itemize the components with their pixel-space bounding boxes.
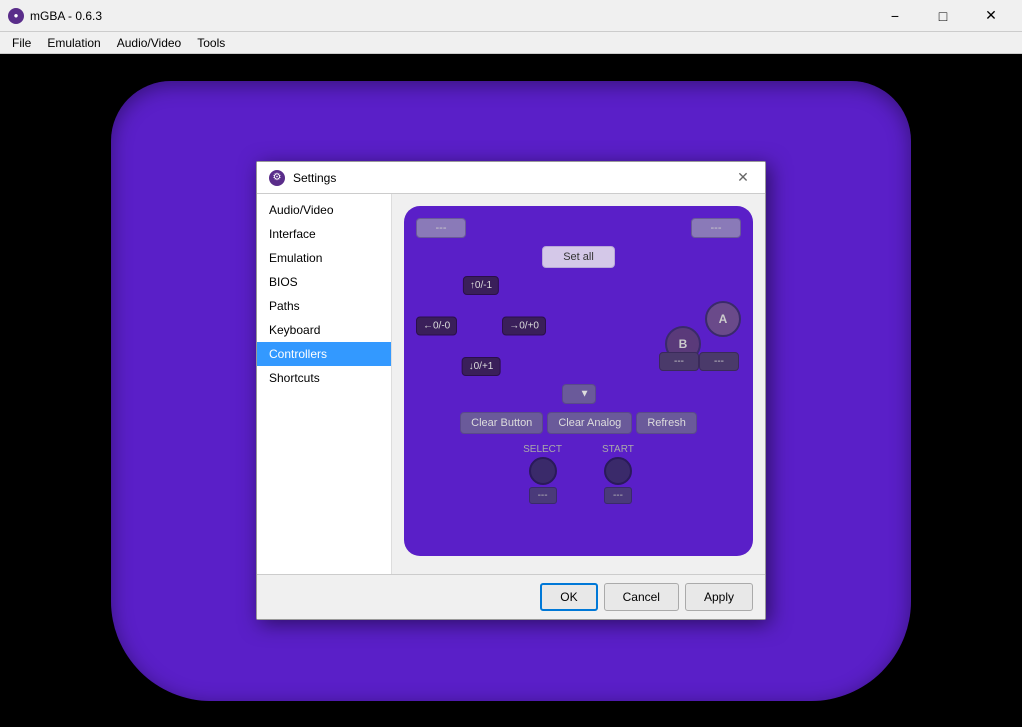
menu-item-emulation[interactable]: Emulation: [39, 34, 108, 52]
select-mapping-button[interactable]: ---: [529, 487, 557, 504]
dialog-footer: OK Cancel Apply: [257, 574, 765, 619]
face-a-mapping-button[interactable]: ---: [699, 352, 739, 371]
menubar: FileEmulationAudio/VideoTools: [0, 32, 1022, 54]
clear-analog-btn[interactable]: Clear Analog: [547, 412, 632, 434]
dialog-titlebar: ⚙ Settings ✕: [257, 162, 765, 194]
face-b-mapping-button[interactable]: ---: [659, 352, 699, 371]
controller-panel: --- --- Set all ↑0/-1 ←0/-0 →0/+0 ↓0/+1: [404, 206, 753, 556]
start-circle: [604, 457, 632, 485]
sidebar-item-paths[interactable]: Paths: [257, 294, 391, 318]
select-group: SELECT ---: [523, 444, 562, 504]
ok-button[interactable]: OK: [540, 583, 597, 611]
sidebar-item-bios[interactable]: BIOS: [257, 270, 391, 294]
sidebar-item-emulation[interactable]: Emulation: [257, 246, 391, 270]
top-right-button[interactable]: ---: [691, 218, 741, 238]
face-btn-a-circle[interactable]: A: [705, 301, 741, 337]
menu-item-audio-video[interactable]: Audio/Video: [109, 34, 190, 52]
start-mapping-button[interactable]: ---: [604, 487, 632, 504]
maximize-button[interactable]: □: [920, 0, 966, 32]
dialog-title: Settings: [293, 171, 733, 185]
select-circle: [529, 457, 557, 485]
select-label: SELECT: [523, 444, 562, 455]
refresh-button[interactable]: Refresh: [636, 412, 697, 434]
dialog-overlay: ⚙ Settings ✕ Audio/VideoInterfaceEmulati…: [0, 54, 1022, 727]
select-wrapper: ▼: [562, 384, 596, 404]
sidebar-item-controllers[interactable]: Controllers: [257, 342, 391, 366]
close-button[interactable]: ✕: [968, 0, 1014, 32]
window-title: mGBA - 0.6.3: [30, 9, 872, 23]
sidebar-item-shortcuts[interactable]: Shortcuts: [257, 366, 391, 390]
set-all-area: Set all: [416, 246, 741, 268]
sidebar: Audio/VideoInterfaceEmulationBIOSPathsKe…: [257, 194, 392, 574]
face-buttons: A B --- ---: [621, 281, 741, 371]
window-controls: − □ ✕: [872, 0, 1014, 32]
dialog-icon: ⚙: [269, 170, 285, 186]
main-content: --- --- Set all ↑0/-1 ←0/-0 →0/+0 ↓0/+1: [392, 194, 765, 574]
action-buttons-row: Clear Button Clear Analog Refresh: [416, 412, 741, 434]
sidebar-item-interface[interactable]: Interface: [257, 222, 391, 246]
settings-dialog: ⚙ Settings ✕ Audio/VideoInterfaceEmulati…: [256, 161, 766, 620]
start-select-area: SELECT --- START ---: [416, 444, 741, 504]
menu-item-file[interactable]: File: [4, 34, 39, 52]
dpad-container: ↑0/-1 ←0/-0 →0/+0 ↓0/+1: [416, 276, 546, 376]
apply-button[interactable]: Apply: [685, 583, 753, 611]
top-buttons-row: --- ---: [416, 218, 741, 238]
top-left-button[interactable]: ---: [416, 218, 466, 238]
dpad-down-button[interactable]: ↓0/+1: [462, 357, 501, 376]
minimize-button[interactable]: −: [872, 0, 918, 32]
dpad-left-button[interactable]: ←0/-0: [416, 317, 457, 336]
clear-button-btn[interactable]: Clear Button: [460, 412, 543, 434]
menu-item-tools[interactable]: Tools: [189, 34, 233, 52]
start-label: START: [602, 444, 634, 455]
set-all-button[interactable]: Set all: [542, 246, 615, 268]
dpad-up-button[interactable]: ↑0/-1: [463, 276, 499, 295]
controller-select[interactable]: [562, 384, 596, 404]
app-icon: ●: [8, 8, 24, 24]
titlebar: ● mGBA - 0.6.3 − □ ✕: [0, 0, 1022, 32]
sidebar-item-audio-video[interactable]: Audio/Video: [257, 198, 391, 222]
start-group: START ---: [602, 444, 634, 504]
dialog-body: Audio/VideoInterfaceEmulationBIOSPathsKe…: [257, 194, 765, 574]
dialog-close-button[interactable]: ✕: [733, 168, 753, 188]
dpad-right-button[interactable]: →0/+0: [502, 317, 546, 336]
sidebar-item-keyboard[interactable]: Keyboard: [257, 318, 391, 342]
dpad-section: ↑0/-1 ←0/-0 →0/+0 ↓0/+1 A B --- ---: [416, 276, 741, 376]
cancel-button[interactable]: Cancel: [604, 583, 679, 611]
dropdown-row: ▼: [416, 384, 741, 404]
